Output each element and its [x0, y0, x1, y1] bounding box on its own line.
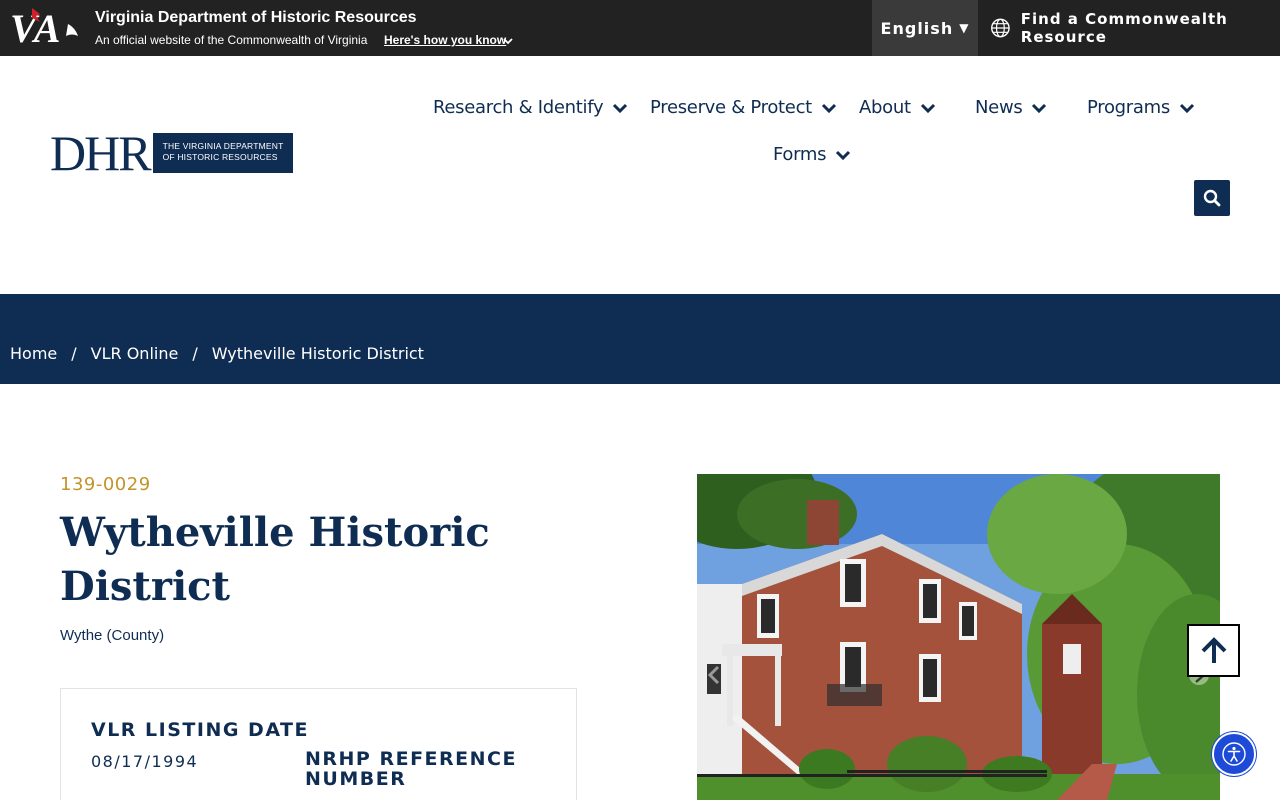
vlr-listing-date-value: 08/17/1994 [91, 752, 199, 771]
chevron-down-icon [1179, 103, 1194, 113]
nrhp-label-line-2: NUMBER [305, 768, 407, 790]
find-resource-label: Find a Commonwealth Resource [1020, 10, 1228, 46]
breadcrumb: Home / VLR Online / Wytheville Historic … [10, 344, 424, 363]
dhr-logo-line-2: OF HISTORIC RESOURCES [162, 152, 278, 162]
page-title: Wytheville Historic District [60, 509, 490, 610]
caret-down-icon: ▼ [959, 21, 970, 35]
nav-news[interactable]: News [975, 97, 1047, 118]
search-button[interactable] [1194, 180, 1230, 216]
nav-about[interactable]: About [859, 97, 936, 118]
nav-label: Preserve & Protect [650, 97, 812, 118]
search-icon [1203, 189, 1221, 207]
chevron-down-icon [1032, 103, 1047, 113]
chevron-down-icon[interactable] [502, 35, 514, 47]
accessibility-widget-button[interactable] [1212, 732, 1256, 776]
nav-programs[interactable]: Programs [1087, 97, 1195, 118]
nav-label: News [975, 97, 1023, 118]
breadcrumb-separator: / [71, 344, 77, 363]
nav-preserve-protect[interactable]: Preserve & Protect [650, 97, 837, 118]
vlr-listing-date-label: VLR LISTING DATE [91, 719, 309, 741]
dhr-logo-tagline: THE VIRGINIA DEPARTMENT OF HISTORIC RESO… [152, 133, 293, 173]
find-commonwealth-resource-button[interactable]: Find a Commonwealth Resource [978, 0, 1280, 56]
virginia-cardinal-logo[interactable]: VA [10, 4, 82, 48]
nav-label: Forms [773, 144, 827, 165]
chevron-down-icon [836, 150, 851, 160]
nrhp-reference-label: NRHP REFERENCE NUMBER [305, 749, 517, 789]
nrhp-label-line-1: NRHP REFERENCE [305, 748, 517, 770]
language-selector[interactable]: English ▼ [872, 0, 978, 56]
chevron-down-icon [613, 103, 628, 113]
county-label: Wythe (County) [60, 627, 165, 644]
language-label: English [880, 18, 954, 38]
nav-forms[interactable]: Forms [773, 144, 851, 165]
dhr-reference-number: 139-0029 [60, 474, 151, 495]
globe-icon [991, 18, 1010, 38]
official-site-notice: An official website of the Commonwealth … [95, 33, 368, 47]
carousel-previous-arrow[interactable] [704, 664, 726, 686]
accessibility-icon [1222, 742, 1246, 766]
chevron-down-icon [821, 103, 836, 113]
dhr-logo-line-1: THE VIRGINIA DEPARTMENT [162, 141, 284, 151]
nav-label: Research & Identify [433, 97, 604, 118]
breadcrumb-current: Wytheville Historic District [211, 344, 424, 363]
nav-research-identify[interactable]: Research & Identify [433, 97, 628, 118]
dhr-logo-letters: DHR [50, 125, 152, 181]
commonwealth-banner: VA Virginia Department of Historic Resou… [0, 0, 1280, 56]
breadcrumb-bar: Home / VLR Online / Wytheville Historic … [0, 294, 1280, 384]
breadcrumb-vlr-online[interactable]: VLR Online [91, 344, 179, 363]
breadcrumb-separator: / [192, 344, 198, 363]
arrow-up-icon [1201, 636, 1226, 663]
nav-label: Programs [1087, 97, 1170, 118]
dhr-logo[interactable]: DHR THE VIRGINIA DEPARTMENT OF HISTORIC … [50, 125, 293, 181]
back-to-top-button[interactable] [1187, 624, 1240, 677]
agency-name: Virginia Department of Historic Resource… [95, 9, 417, 26]
chevron-down-icon [920, 103, 935, 113]
nav-label: About [859, 97, 911, 118]
breadcrumb-home[interactable]: Home [10, 344, 57, 363]
historic-district-photo [697, 474, 1220, 800]
heres-how-you-know-link[interactable]: Here's how you know [384, 33, 506, 47]
listing-details-card: VLR LISTING DATE 08/17/1994 NRHP REFEREN… [60, 688, 577, 800]
